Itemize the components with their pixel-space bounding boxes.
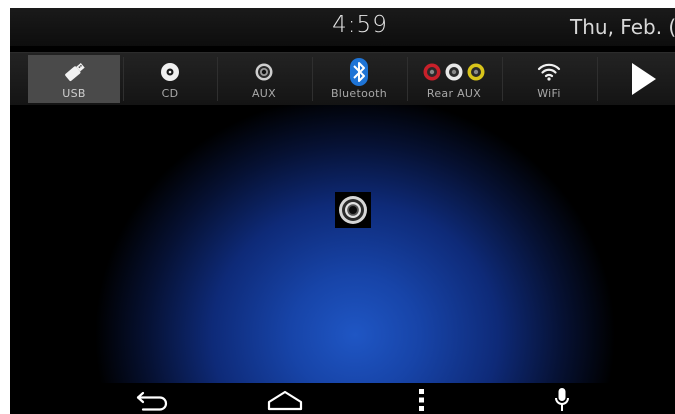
play-arrow-icon	[631, 63, 656, 95]
voice-button[interactable]	[550, 387, 574, 413]
source-label: AUX	[251, 87, 276, 100]
home-button[interactable]	[265, 387, 305, 413]
wifi-icon	[503, 59, 595, 85]
source-tab-usb[interactable]: USB	[28, 55, 120, 103]
source-tab-cd[interactable]: CD	[124, 55, 216, 103]
date-display: Thu, Feb. (	[570, 15, 675, 39]
source-label: CD	[161, 87, 179, 100]
bluetooth-icon	[313, 58, 405, 86]
source-label: USB	[62, 87, 86, 100]
infotainment-screen: 4:59 Thu, Feb. ( USB CD AUX Bluetooth Re…	[10, 8, 675, 414]
rca-jacks-icon	[408, 59, 500, 85]
source-tab-bluetooth[interactable]: Bluetooth	[313, 55, 405, 103]
next-sources-button[interactable]	[610, 55, 675, 103]
back-button[interactable]	[132, 387, 172, 413]
source-label: Rear AUX	[426, 87, 482, 100]
menu-button[interactable]	[410, 387, 434, 413]
cd-icon	[124, 59, 216, 85]
aux-jack-icon	[335, 192, 371, 228]
home-icon	[267, 390, 303, 411]
main-display-area	[10, 105, 675, 383]
source-label: Bluetooth	[330, 87, 388, 100]
clock: 4:59	[332, 12, 388, 38]
source-tab-rear-aux[interactable]: Rear AUX	[408, 55, 500, 103]
aux-jack-icon	[218, 59, 310, 85]
navigation-bar	[10, 384, 675, 414]
source-tab-wifi[interactable]: WiFi	[503, 55, 595, 103]
source-bar: USB CD AUX Bluetooth Rear AUX WiFi	[10, 52, 675, 105]
source-tab-aux[interactable]: AUX	[218, 55, 310, 103]
usb-icon	[28, 59, 120, 85]
microphone-icon	[555, 388, 569, 411]
menu-icon	[419, 389, 424, 411]
status-bar: 4:59 Thu, Feb. (	[10, 8, 675, 46]
source-label: WiFi	[537, 87, 561, 100]
divider	[597, 57, 598, 101]
back-icon	[136, 391, 168, 411]
